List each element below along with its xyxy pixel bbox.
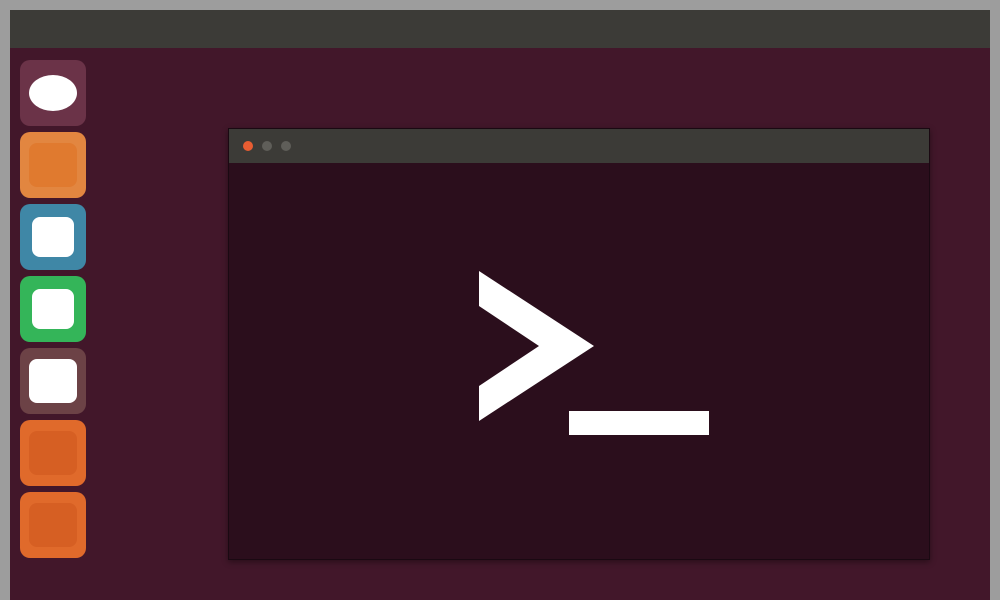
app-7-icon bbox=[29, 503, 77, 547]
window-control-close-icon[interactable] bbox=[243, 141, 253, 151]
launcher-dock bbox=[20, 60, 98, 558]
launcher-item-app-5[interactable] bbox=[20, 348, 86, 414]
app-5-icon bbox=[29, 359, 77, 403]
launcher-item-app-7[interactable] bbox=[20, 492, 86, 558]
terminal-body[interactable] bbox=[229, 163, 929, 559]
app-3-icon bbox=[32, 217, 74, 257]
desktop bbox=[10, 10, 990, 600]
launcher-item-app-3[interactable] bbox=[20, 204, 86, 270]
terminal-window[interactable] bbox=[228, 128, 930, 560]
window-control-maximize-icon[interactable] bbox=[281, 141, 291, 151]
window-control-minimize-icon[interactable] bbox=[262, 141, 272, 151]
app-2-icon bbox=[29, 143, 77, 187]
top-panel bbox=[10, 10, 990, 48]
monitor-frame bbox=[0, 0, 1000, 600]
launcher-item-app-6[interactable] bbox=[20, 420, 86, 486]
dash-home-icon bbox=[27, 73, 79, 113]
launcher-item-dash-home[interactable] bbox=[20, 60, 86, 126]
launcher-item-app-2[interactable] bbox=[20, 132, 86, 198]
app-4-icon bbox=[32, 289, 74, 329]
terminal-prompt-icon bbox=[429, 261, 729, 461]
terminal-titlebar[interactable] bbox=[229, 129, 929, 163]
launcher-item-app-4[interactable] bbox=[20, 276, 86, 342]
app-6-icon bbox=[29, 431, 77, 475]
